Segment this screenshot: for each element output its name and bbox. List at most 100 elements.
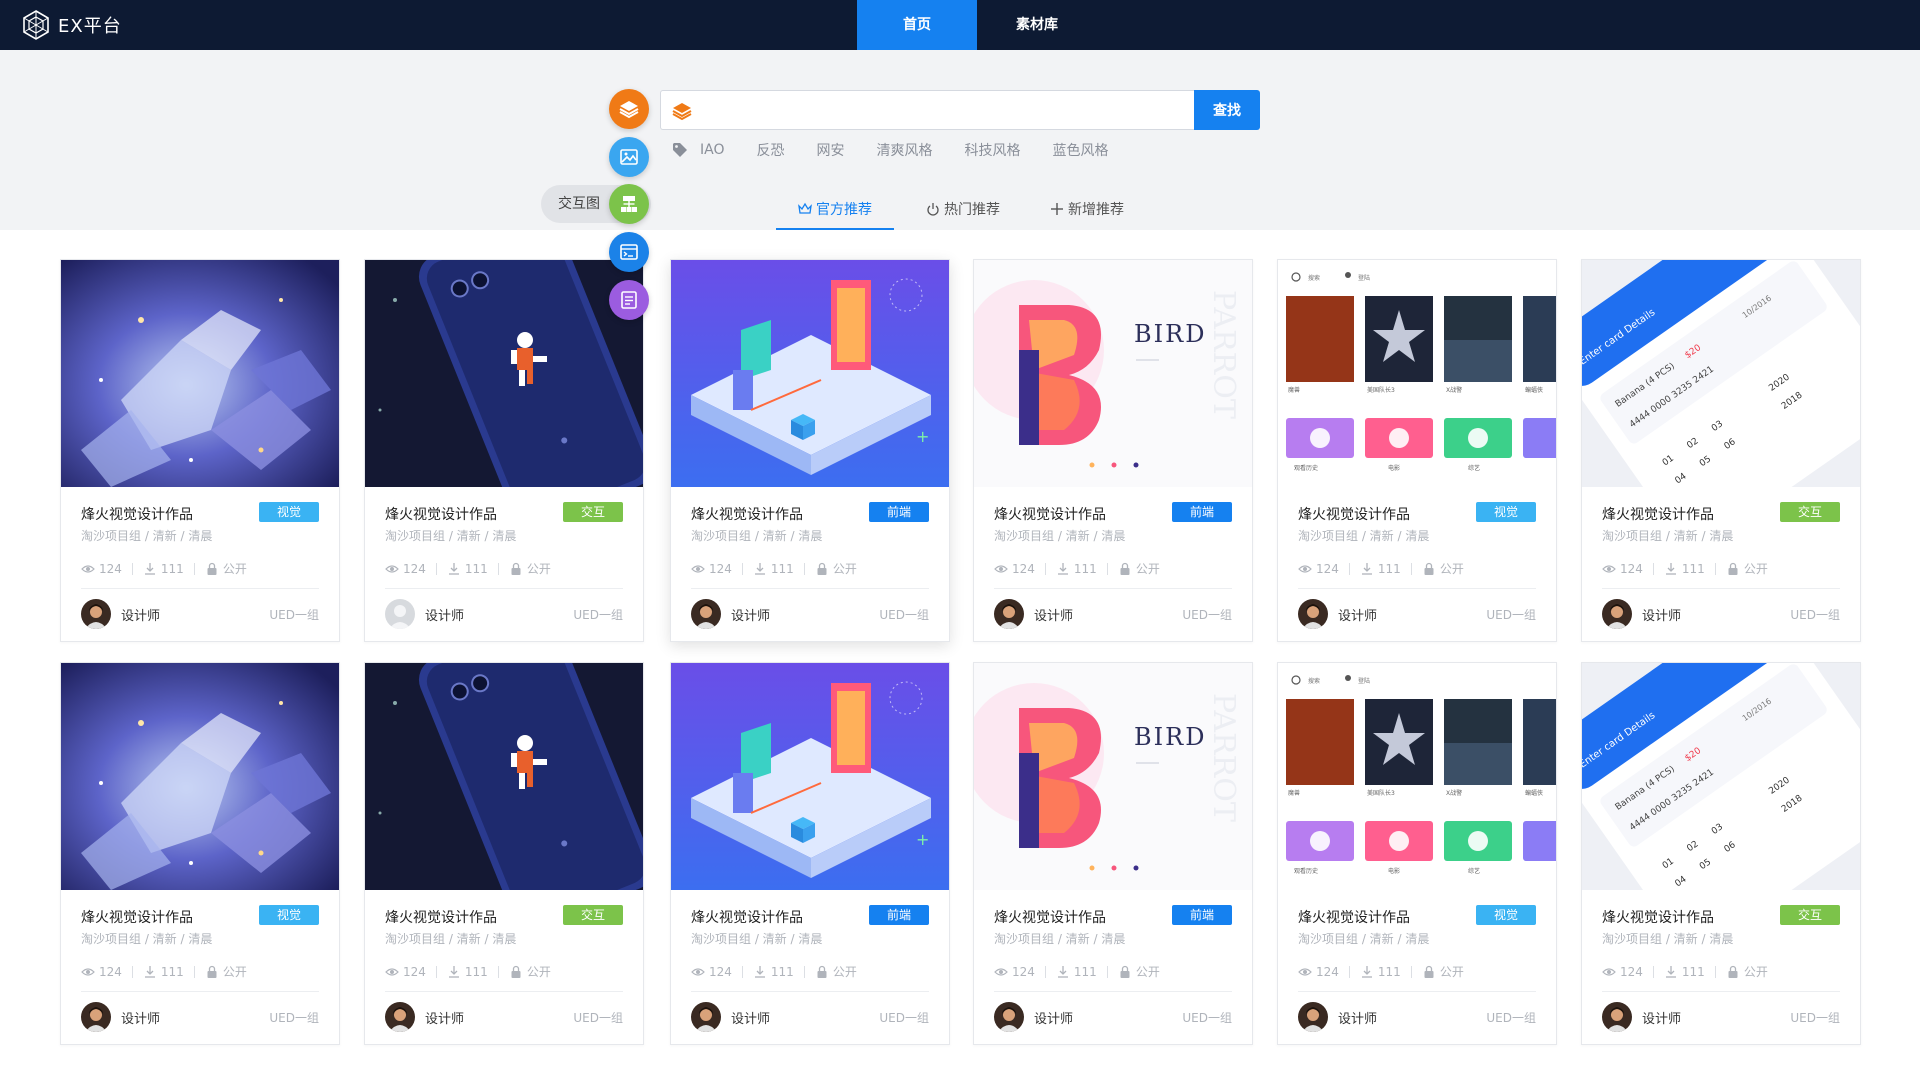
downloads-stat[interactable]: 111 (1664, 562, 1705, 576)
work-thumbnail[interactable] (365, 260, 643, 487)
visibility-stat: 公开 (1118, 963, 1160, 980)
work-card[interactable]: + 烽火视觉设计作品 前端 淘沙项目组 / 清新 / 清晨 124 111 公开 设计师 U… (670, 259, 950, 642)
author-info[interactable]: 设计师 (1298, 599, 1377, 629)
category-interaction-button[interactable] (609, 184, 649, 224)
work-title[interactable]: 烽火视觉设计作品 (691, 504, 803, 524)
tag-item[interactable]: 清爽风格 (876, 140, 932, 160)
category-badge: 前端 (1172, 502, 1232, 522)
tag-item[interactable]: 蓝色风格 (1052, 140, 1108, 160)
tag-item[interactable]: 反恐 (756, 140, 784, 160)
eye-icon (1298, 564, 1312, 573)
tag-item[interactable]: 网安 (816, 140, 844, 160)
work-thumbnail[interactable]: 搜索 登陆 魔兽 美国队长3 X战警 蝙蝠侠 观看历史 电影 综艺 (1278, 663, 1556, 890)
work-thumbnail[interactable]: BIRD PARROT (974, 663, 1252, 890)
work-tags: 淘沙项目组 / 清新 / 清晨 (1298, 932, 1430, 946)
work-title[interactable]: 烽火视觉设计作品 (691, 907, 803, 927)
work-tags: 淘沙项目组 / 清新 / 清晨 (81, 529, 213, 543)
avatar (1602, 599, 1632, 629)
work-card[interactable]: BIRD PARROT 烽火视觉设计作品 前端 淘沙项目组 / 清新 / 清晨 124… (973, 662, 1253, 1045)
work-title[interactable]: 烽火视觉设计作品 (994, 907, 1106, 927)
avatar (691, 1002, 721, 1032)
author-info[interactable]: 设计师 (385, 1002, 464, 1032)
work-stats: 124 111 公开 (1298, 560, 1464, 577)
downloads-stat[interactable]: 111 (143, 562, 184, 576)
work-title[interactable]: 烽火视觉设计作品 (81, 504, 193, 524)
work-card[interactable]: BIRD PARROT 烽火视觉设计作品 前端 淘沙项目组 / 清新 / 清晨 124… (973, 259, 1253, 642)
card-divider (1602, 991, 1840, 992)
work-title[interactable]: 烽火视觉设计作品 (1298, 907, 1410, 927)
downloads-stat[interactable]: 111 (1664, 965, 1705, 979)
work-thumbnail[interactable]: Enter card Details Banana (4 PCS) $20 10… (1582, 260, 1860, 487)
work-thumbnail[interactable] (61, 260, 339, 487)
work-card[interactable]: 烽火视觉设计作品 交互 淘沙项目组 / 清新 / 清晨 124 111 公开 设计师 UED… (364, 259, 644, 642)
tab-hot[interactable]: 热门推荐 (908, 190, 1018, 230)
work-thumbnail[interactable]: + (671, 663, 949, 890)
team-label: UED一组 (879, 1011, 929, 1025)
eye-icon (1602, 564, 1616, 573)
tab-new[interactable]: 新增推荐 (1032, 190, 1142, 230)
author-info[interactable]: 设计师 (994, 599, 1073, 629)
search-button[interactable]: 查找 (1194, 90, 1260, 130)
downloads-stat[interactable]: 111 (753, 965, 794, 979)
tag-item[interactable]: 科技风格 (964, 140, 1020, 160)
category-frontend-button[interactable] (609, 232, 649, 272)
search-input[interactable] (705, 97, 1185, 123)
work-thumbnail[interactable]: + (671, 260, 949, 487)
work-thumbnail[interactable]: 搜索 登陆 魔兽 美国队长3 X战警 蝙蝠侠 观看历史 电影 综艺 (1278, 260, 1556, 487)
work-card[interactable]: 烽火视觉设计作品 交互 淘沙项目组 / 清新 / 清晨 124 111 公开 设计师 UED… (364, 662, 644, 1045)
work-card[interactable]: 搜索 登陆 魔兽 美国队长3 X战警 蝙蝠侠 观看历史 电影 综艺 烽火视觉设计… (1277, 259, 1557, 642)
nav-home[interactable]: 首页 (857, 0, 977, 50)
work-card[interactable]: Enter card Details Banana (4 PCS) $20 10… (1581, 259, 1861, 642)
work-thumbnail[interactable]: Enter card Details Banana (4 PCS) $20 10… (1582, 663, 1860, 890)
views-stat: 124 (691, 965, 732, 979)
work-tags: 淘沙项目组 / 清新 / 清晨 (1602, 529, 1734, 543)
work-thumbnail[interactable] (365, 663, 643, 890)
work-title[interactable]: 烽火视觉设计作品 (1298, 504, 1410, 524)
movie-action: 观看历史 (1294, 464, 1318, 472)
category-image-button[interactable] (609, 137, 649, 177)
work-title[interactable]: 烽火视觉设计作品 (1602, 504, 1714, 524)
visibility-label: 公开 (1439, 562, 1464, 576)
category-document-button[interactable] (609, 280, 649, 320)
work-title[interactable]: 烽火视觉设计作品 (81, 907, 193, 927)
downloads-stat[interactable]: 111 (1056, 965, 1097, 979)
work-card[interactable]: 烽火视觉设计作品 视觉 淘沙项目组 / 清新 / 清晨 124 111 公开 设计师 UED… (60, 259, 340, 642)
downloads-stat[interactable]: 111 (1360, 965, 1401, 979)
author-info[interactable]: 设计师 (81, 599, 160, 629)
category-layers-button[interactable] (609, 89, 649, 129)
author-info[interactable]: 设计师 (1602, 1002, 1681, 1032)
lock-icon (511, 965, 521, 978)
stat-divider (131, 965, 133, 978)
work-card[interactable]: 烽火视觉设计作品 视觉 淘沙项目组 / 清新 / 清晨 124 111 公开 设计师 UED… (60, 662, 340, 1045)
downloads-stat[interactable]: 111 (1056, 562, 1097, 576)
tab-official[interactable]: 官方推荐 (776, 190, 894, 230)
author-info[interactable]: 设计师 (691, 599, 770, 629)
author-info[interactable]: 设计师 (1602, 599, 1681, 629)
nav-material-library[interactable]: 素材库 (977, 0, 1097, 50)
category-badge: 前端 (1172, 905, 1232, 925)
downloads-stat[interactable]: 111 (143, 965, 184, 979)
work-title[interactable]: 烽火视觉设计作品 (385, 907, 497, 927)
work-title[interactable]: 烽火视觉设计作品 (994, 504, 1106, 524)
image-icon (620, 149, 638, 165)
work-thumbnail[interactable] (61, 663, 339, 890)
work-card[interactable]: + 烽火视觉设计作品 前端 淘沙项目组 / 清新 / 清晨 124 111 公开 设计师 U… (670, 662, 950, 1045)
work-card[interactable]: 搜索 登陆 魔兽 美国队长3 X战警 蝙蝠侠 观看历史 电影 综艺 烽火视觉设计… (1277, 662, 1557, 1045)
work-card[interactable]: Enter card Details Banana (4 PCS) $20 10… (1581, 662, 1861, 1045)
author-info[interactable]: 设计师 (385, 599, 464, 629)
work-title[interactable]: 烽火视觉设计作品 (1602, 907, 1714, 927)
work-thumbnail[interactable]: BIRD PARROT (974, 260, 1252, 487)
avatar (81, 1002, 111, 1032)
downloads-stat[interactable]: 111 (1360, 562, 1401, 576)
logo[interactable]: EX平台 (20, 9, 122, 41)
author-info[interactable]: 设计师 (1298, 1002, 1377, 1032)
work-title[interactable]: 烽火视觉设计作品 (385, 504, 497, 524)
tag-item[interactable]: IAO (700, 142, 724, 158)
downloads-stat[interactable]: 111 (753, 562, 794, 576)
downloads-stat[interactable]: 111 (447, 562, 488, 576)
downloads-stat[interactable]: 111 (447, 965, 488, 979)
download-icon (1057, 965, 1068, 978)
author-info[interactable]: 设计师 (691, 1002, 770, 1032)
author-info[interactable]: 设计师 (994, 1002, 1073, 1032)
author-info[interactable]: 设计师 (81, 1002, 160, 1032)
